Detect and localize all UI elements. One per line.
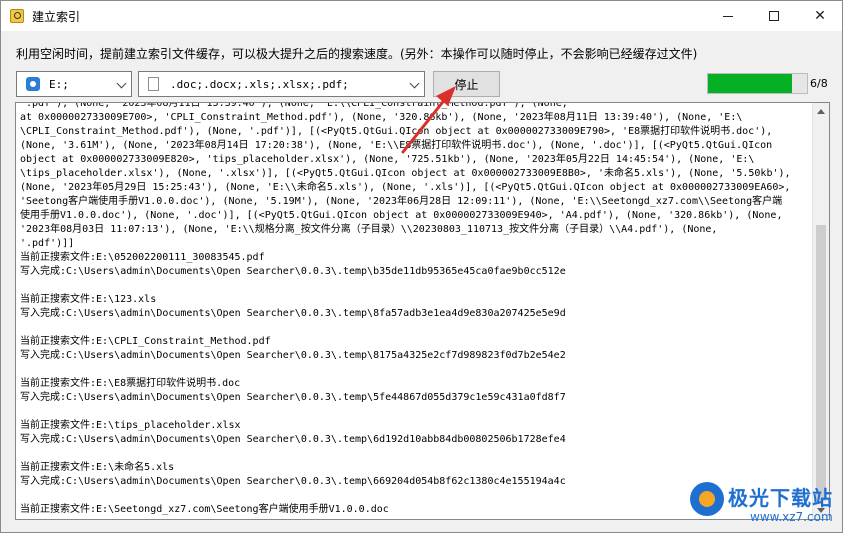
close-icon: ✕ — [814, 8, 826, 24]
maximize-button[interactable] — [751, 1, 797, 31]
log-line: \tips_placeholder.xlsx'), (None, '.xlsx'… — [20, 168, 791, 179]
window-title: 建立索引 — [32, 10, 81, 24]
drive-icon — [26, 77, 40, 91]
log-line: 当前正搜索文件:E:\052002200111_30083545.pdf — [20, 252, 265, 263]
log-line: 当前正搜索文件:E:\123.xls — [20, 294, 157, 305]
log-line: 写入完成:C:\Users\admin\Documents\Open Searc… — [20, 434, 566, 445]
log-scrollbar[interactable] — [812, 103, 829, 519]
minimize-icon — [723, 15, 733, 17]
log-line: 写入完成:C:\Users\admin\Documents\Open Searc… — [20, 350, 566, 361]
log-line: 写入完成:C:\Users\admin\Documents\Open Searc… — [20, 266, 566, 277]
log-line: 写入完成:C:\Users\admin\Documents\Open Searc… — [20, 308, 566, 319]
minimize-button[interactable] — [705, 1, 751, 31]
watermark: 极光下载站 www.xz7.com — [690, 480, 840, 530]
log-line: 当前正搜索文件:E:\tips_placeholder.xlsx — [20, 420, 241, 431]
index-window: 建立索引 ✕ 利用空闲时间，提前建立索引文件缓存，可以极大提升之后的搜索速度。(… — [0, 0, 843, 533]
maximize-icon — [769, 11, 779, 21]
extensions-select-value: .doc;.docx;.xls;.xlsx;.pdf; — [170, 77, 349, 91]
info-text: 利用空闲时间，提前建立索引文件缓存，可以极大提升之后的搜索速度。(另外：本操作可… — [16, 47, 698, 61]
scroll-thumb[interactable] — [816, 225, 826, 501]
scroll-up-button[interactable] — [813, 103, 829, 120]
chevron-down-icon — [116, 78, 127, 89]
file-icon — [148, 77, 159, 91]
log-line: 当前正搜索文件:E:\E8票据打印软件说明书.doc — [20, 378, 241, 389]
log-line: at 0x000002733009E700>, 'CPLI_Constraint… — [20, 112, 743, 123]
watermark-url: www.xz7.com — [750, 510, 833, 524]
watermark-title: 极光下载站 — [728, 486, 833, 510]
log-line: '2023年08月03日 11:07:13'), (None, 'E:\\规格分… — [20, 224, 718, 235]
title-bar[interactable]: 建立索引 ✕ — [1, 1, 842, 31]
progress-count: 6/8 — [810, 77, 828, 90]
drive-select-value: E:; — [49, 77, 69, 91]
app-search-icon — [10, 9, 24, 23]
index-progress-bar — [707, 73, 808, 94]
arrow-up-icon — [817, 109, 825, 114]
log-line: (None, '3.61M'), (None, '2023年08月14日 17:… — [20, 140, 773, 151]
extensions-select[interactable]: .doc;.docx;.xls;.xlsx;.pdf; — [138, 71, 425, 97]
chevron-down-icon — [409, 78, 420, 89]
log-line: object at 0x000002733009E820>, 'tips_pla… — [20, 154, 755, 165]
log-line: 当前正搜索文件:E:\未命名5.xls — [20, 462, 175, 473]
log-line: 使用手册V1.0.0.doc'), (None, '.doc')], [(<Py… — [20, 210, 783, 221]
log-output[interactable]: '.pdf'), (None, '2023年08月11日 13:39:40'),… — [15, 102, 830, 520]
stop-button[interactable]: 停止 — [433, 71, 500, 97]
log-line: 当前正搜索文件:E:\CPLI_Constraint_Method.pdf — [20, 336, 271, 347]
log-line: '.pdf')]] — [20, 238, 75, 249]
log-line: 'Seetong客户端使用手册V1.0.0.doc'), (None, '5.1… — [20, 196, 783, 207]
log-lines: '.pdf'), (None, '2023年08月11日 13:39:40'),… — [20, 102, 812, 517]
drive-select[interactable]: E:; — [16, 71, 132, 97]
close-button[interactable]: ✕ — [797, 1, 843, 31]
watermark-logo-icon — [690, 482, 724, 516]
progress-fill — [708, 74, 793, 93]
log-line: 写入完成:C:\Users\admin\Documents\Open Searc… — [20, 392, 566, 403]
log-line: '.pdf'), (None, '2023年08月11日 13:39:40'),… — [20, 102, 568, 109]
log-line: (None, '2023年05月29日 15:25:43'), (None, '… — [20, 182, 791, 193]
log-line: \CPLI_Constraint_Method.pdf'), (None, '.… — [20, 126, 773, 137]
